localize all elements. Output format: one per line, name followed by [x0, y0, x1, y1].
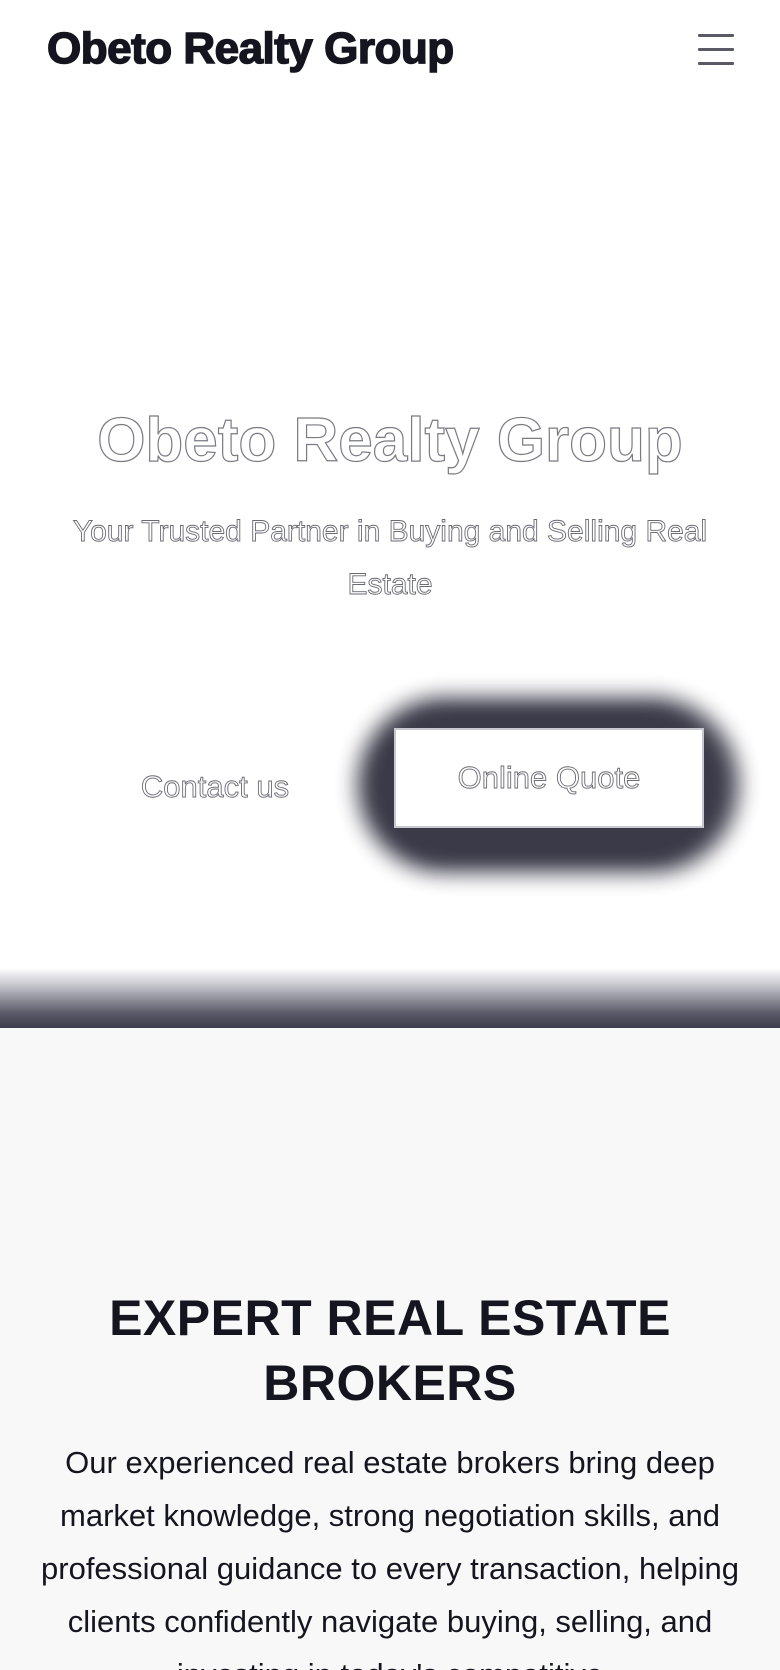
brand-logo-text[interactable]: Obeto Realty Group	[46, 23, 455, 74]
brokers-section: EXPERT REAL ESTATE BROKERS Our experienc…	[0, 1028, 780, 1670]
section-divider	[0, 968, 780, 1028]
section-title: EXPERT REAL ESTATE BROKERS	[109, 1290, 671, 1411]
online-quote-button[interactable]: Online Quote	[394, 728, 704, 828]
hero-title: Obeto Realty Group	[97, 405, 684, 475]
hero-section: Obeto Realty Group Your Trusted Partner …	[0, 100, 780, 970]
menu-bar	[698, 34, 734, 37]
contact-us-button[interactable]: Contact us	[120, 752, 310, 822]
site-header: Obeto Realty Group	[0, 0, 780, 100]
hamburger-menu-icon[interactable]	[688, 28, 742, 72]
hero-subtitle: Your Trusted Partner in Buying and Selli…	[72, 515, 708, 602]
section-body: Our experienced real estate brokers brin…	[41, 1445, 739, 1670]
menu-bar	[698, 48, 734, 51]
menu-bar	[698, 62, 734, 65]
